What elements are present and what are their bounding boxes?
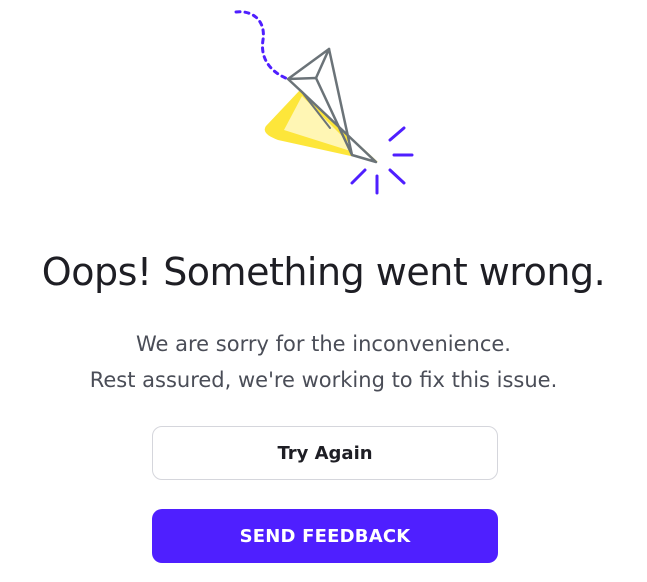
impact-sparks-icon [350, 126, 414, 195]
paper-plane-icon [234, 10, 414, 195]
error-message: We are sorry for the inconvenience. Rest… [0, 326, 647, 398]
try-again-button[interactable]: Try Again [152, 426, 498, 480]
error-message-line1: We are sorry for the inconvenience. [136, 332, 511, 356]
paper-plane-illustration [225, 0, 425, 200]
error-message-line2: Rest assured, we're working to fix this … [89, 368, 558, 392]
error-title: Oops! Something went wrong. [41, 250, 606, 294]
dotted-trail-icon [234, 10, 290, 81]
send-feedback-button[interactable]: SEND FEEDBACK [152, 509, 498, 563]
